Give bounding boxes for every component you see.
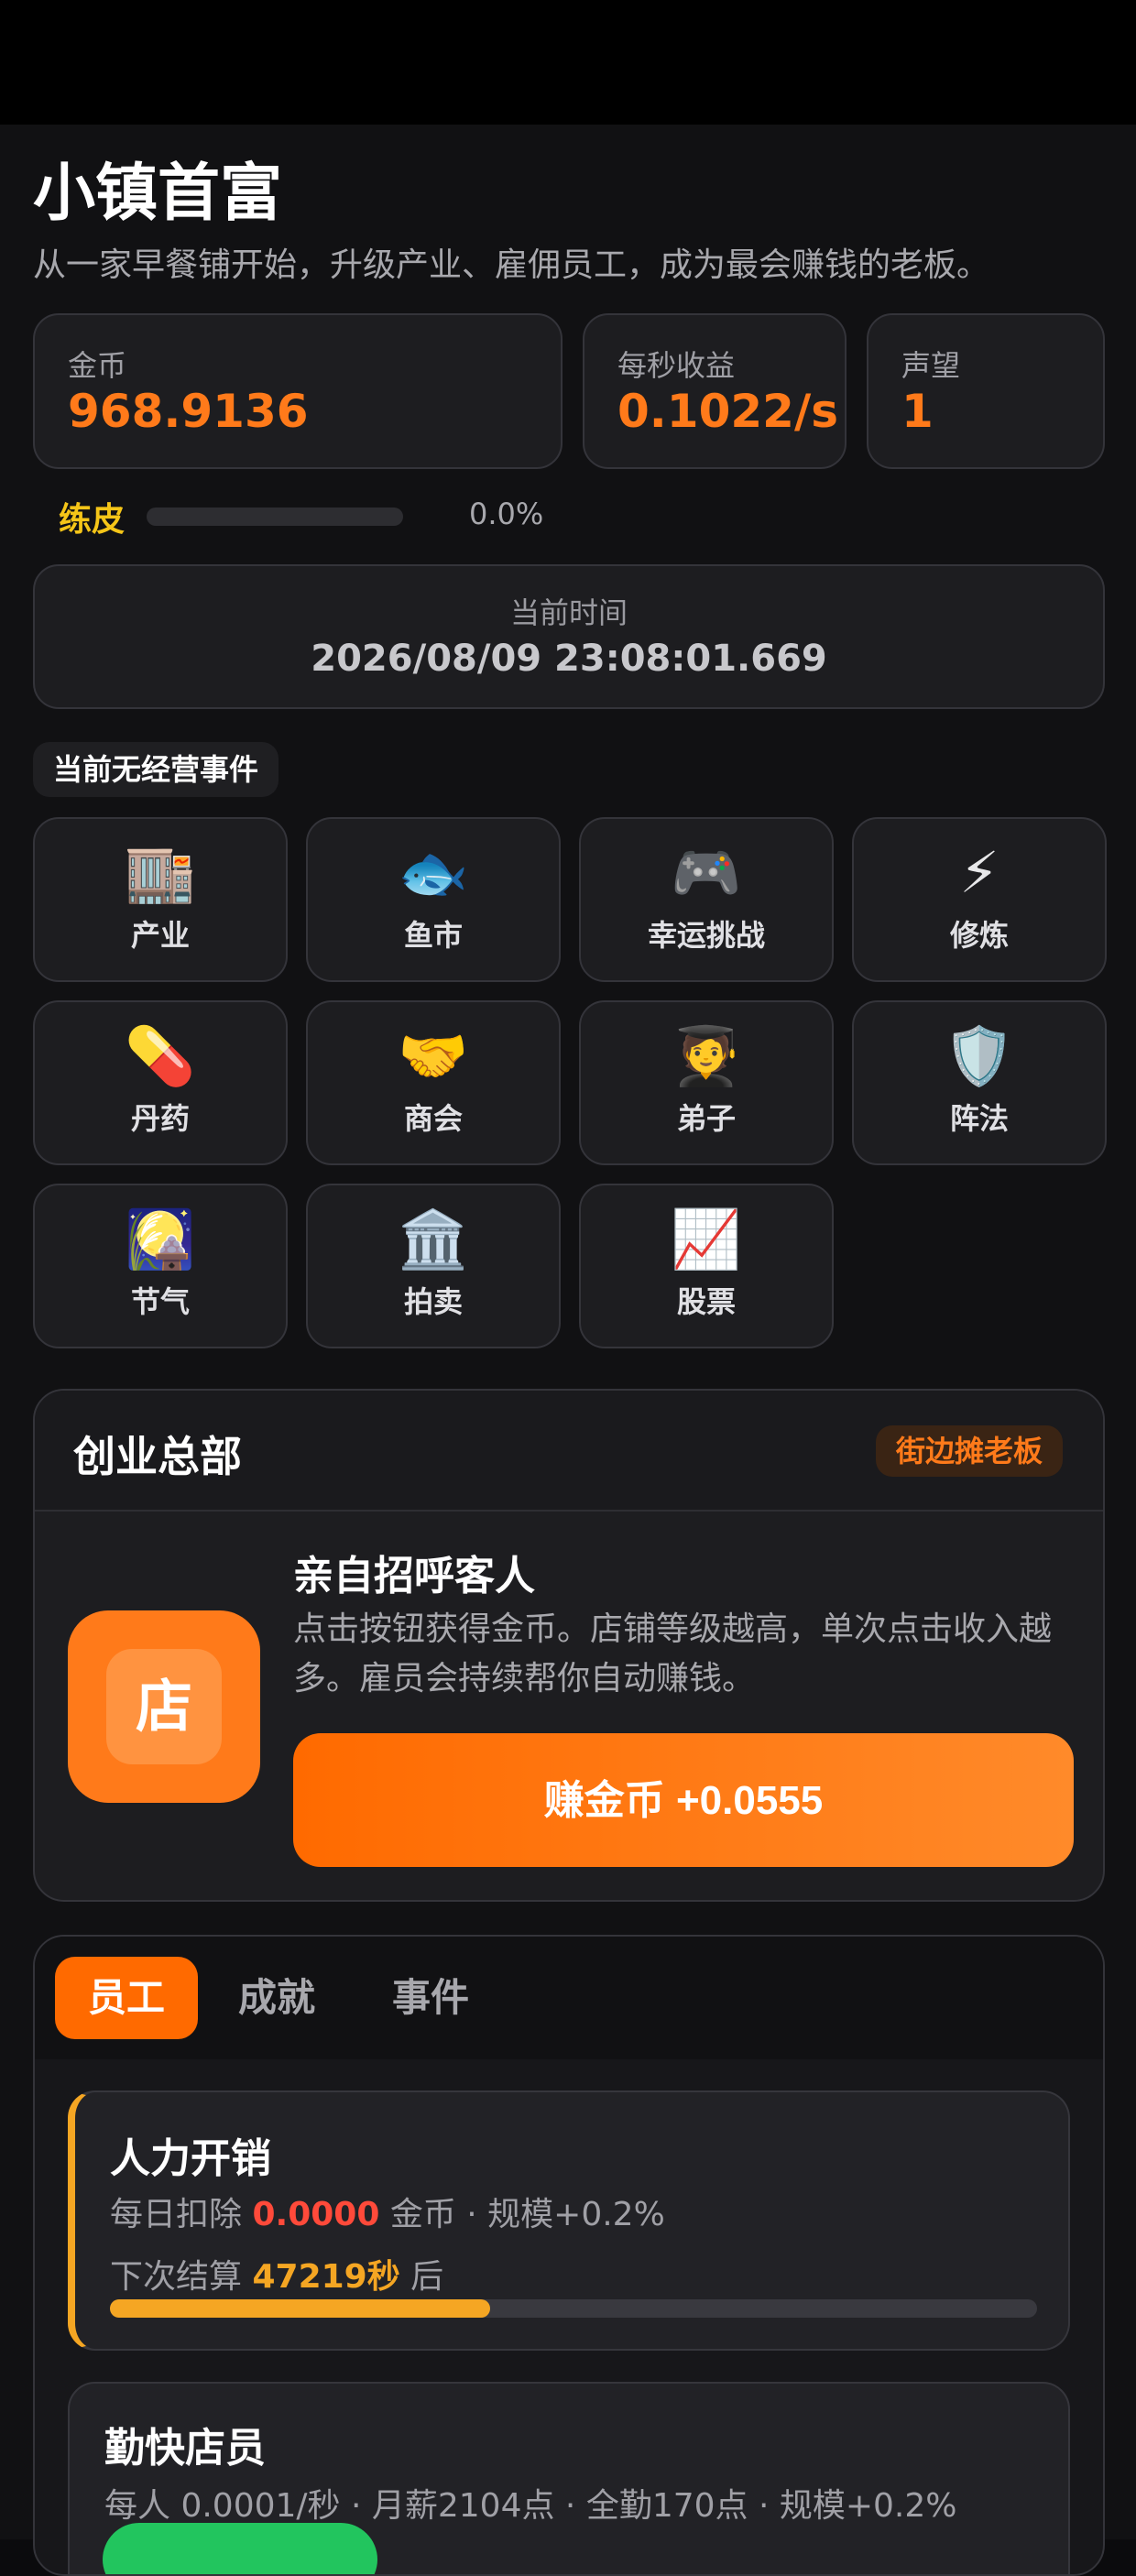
feature-tile[interactable]: 💊 丹药 (33, 1000, 288, 1165)
settlement-prefix: 下次结算 (110, 2258, 243, 2296)
feature-tile[interactable]: 🛡️ 阵法 (852, 1000, 1107, 1165)
feature-tile[interactable]: 📈 股票 (579, 1184, 834, 1348)
handshake-icon: 🤝 (398, 1022, 469, 1089)
deduction-value: 0.0000 (252, 2196, 380, 2233)
app-title: 小镇首富 (33, 158, 283, 230)
feature-tile[interactable]: ⚡ 修炼 (852, 817, 1107, 982)
management-panel: 员工 成就 事件 人力开销 每日扣除 0.0000 金币 · 规模+0.2% 下… (33, 1935, 1105, 2576)
staff-card-diligent-clerk: 勤快店员 每人 0.0001/秒 · 月薪2104点 · 全勤170点 · 规模… (68, 2382, 1070, 2574)
rank-title-badge: 街边摊老板 (875, 1425, 1063, 1477)
stat-value: 968.9136 (68, 385, 309, 438)
stat-value: 0.1022/s (617, 385, 838, 438)
stat-value: 1 (901, 385, 934, 438)
gamepad-icon: 🎮 (671, 839, 742, 906)
stat-label: 金币 (68, 348, 127, 383)
moon-festival-icon: 🎑 (125, 1206, 196, 1272)
feature-label: 弟子 (676, 1101, 736, 1136)
hq-header: 创业总部 街边摊老板 (35, 1391, 1103, 1512)
rank-progress-bar (147, 508, 403, 526)
feature-label: 商会 (403, 1101, 463, 1136)
time-card: 当前时间 2026/08/09 23:08:01.669 (33, 564, 1105, 709)
feature-tile[interactable]: 🤝 商会 (306, 1000, 561, 1165)
staff-desc: 每人 0.0001/秒 · 月薪2104点 · 全勤170点 · 规模+0.2% (104, 2487, 957, 2525)
shield-icon: 🛡️ (944, 1022, 1015, 1089)
settlement-progress-bar (110, 2299, 1037, 2318)
feature-tile[interactable]: 🐟 鱼市 (306, 817, 561, 982)
feature-tile[interactable]: 🎮 幸运挑战 (579, 817, 834, 982)
deduction-prefix: 每日扣除 (110, 2196, 243, 2233)
tab-achievements[interactable]: 成就 (205, 1957, 348, 2039)
stat-card-reputation: 声望 1 (867, 313, 1105, 469)
stock-chart-icon: 📈 (671, 1206, 742, 1272)
feature-tile[interactable]: 🎑 节气 (33, 1184, 288, 1348)
app-subtitle: 从一家早餐铺开始，升级产业、雇佣员工，成为最会赚钱的老板。 (33, 246, 990, 284)
labor-cost-title: 人力开销 (110, 2135, 271, 2182)
lightning-icon: ⚡ (959, 839, 999, 906)
feature-tile[interactable]: 🏬 产业 (33, 817, 288, 982)
feature-label: 拍卖 (403, 1284, 463, 1319)
time-label: 当前时间 (509, 595, 628, 630)
feature-label: 阵法 (949, 1101, 1009, 1136)
serve-customer-desc: 点击按钮获得金币。店铺等级越高，单次点击收入越多。雇员会持续帮你自动赚钱。 (293, 1610, 1053, 1697)
feature-tile[interactable]: 🧑‍🎓 弟子 (579, 1000, 834, 1165)
feature-label: 丹药 (130, 1101, 190, 1136)
deduction-suffix: 金币 · 规模+0.2% (389, 2196, 665, 2233)
settlement-suffix: 后 (410, 2258, 444, 2296)
earn-gold-button[interactable]: 赚金币 +0.0555 (293, 1733, 1074, 1867)
event-status-badge: 当前无经营事件 (33, 742, 279, 797)
feature-label: 股票 (676, 1284, 736, 1319)
student-icon: 🧑‍🎓 (671, 1022, 742, 1089)
tab-staff[interactable]: 员工 (55, 1957, 199, 2039)
stat-card-income: 每秒收益 0.1022/s (583, 313, 847, 469)
hq-card: 创业总部 街边摊老板 店 亲自招呼客人 点击按钮获得金币。店铺等级越高，单次点击… (33, 1389, 1105, 1902)
feature-label: 修炼 (949, 918, 1009, 953)
feature-tile[interactable]: 🏛️ 拍卖 (306, 1184, 561, 1348)
settlement-countdown: 47219秒 (252, 2258, 400, 2296)
shop-icon-glyph: 店 (106, 1649, 222, 1764)
feature-label: 鱼市 (403, 918, 463, 953)
feature-label: 幸运挑战 (647, 918, 765, 953)
status-bar (0, 0, 1136, 125)
hq-title: 创业总部 (73, 1432, 242, 1481)
settlement-progress-fill (110, 2299, 490, 2318)
tab-events[interactable]: 事件 (359, 1957, 502, 2039)
auction-house-icon: 🏛️ (398, 1206, 469, 1272)
labor-cost-card: 人力开销 每日扣除 0.0000 金币 · 规模+0.2% 下次结算 47219… (68, 2090, 1070, 2351)
time-value: 2026/08/09 23:08:01.669 (311, 638, 827, 680)
pill-icon: 💊 (125, 1022, 196, 1089)
shop-icon: 店 (68, 1610, 260, 1803)
stat-card-gold: 金币 968.9136 (33, 313, 563, 469)
stat-label: 声望 (901, 348, 961, 383)
daily-deduction-line: 每日扣除 0.0000 金币 · 规模+0.2% (110, 2188, 665, 2235)
building-icon: 🏬 (125, 839, 196, 906)
rank-progress-text: 0.0% (469, 497, 544, 531)
stat-label: 每秒收益 (617, 348, 736, 383)
serve-customer-title: 亲自招呼客人 (293, 1553, 535, 1599)
feature-label: 产业 (130, 918, 190, 953)
hire-staff-button[interactable] (103, 2523, 377, 2574)
tab-bar: 员工 成就 事件 (35, 1937, 1103, 2059)
rank-label: 练皮 (59, 501, 126, 539)
next-settlement-line: 下次结算 47219秒 后 (110, 2250, 443, 2298)
staff-title: 勤快店员 (104, 2425, 266, 2472)
fish-icon: 🐟 (398, 839, 469, 906)
feature-label: 节气 (130, 1284, 190, 1319)
